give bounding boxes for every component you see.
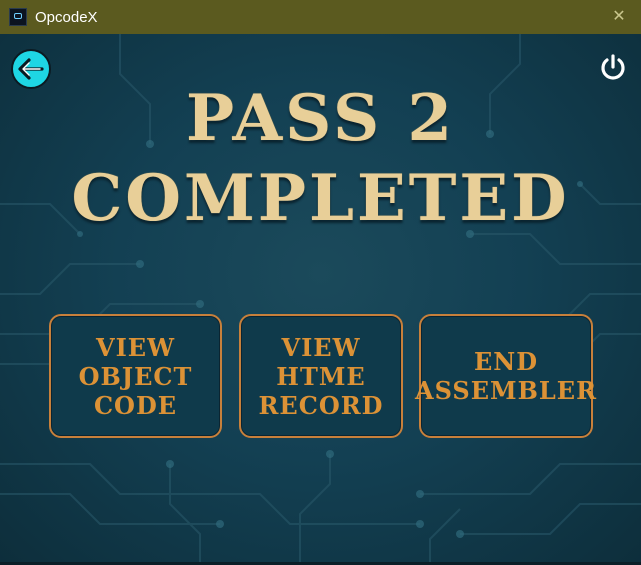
back-button[interactable]	[11, 49, 51, 89]
button-label-line: END	[473, 347, 539, 376]
headline-pass: PASS 2	[186, 81, 455, 156]
button-label-line: ASSEMBLER	[415, 376, 598, 405]
power-button[interactable]	[597, 52, 629, 84]
button-label-line: OBJECT	[78, 361, 193, 391]
app-window: OpcodeX ✕ PASS 2 COMPLETED VIEW OBJECT C…	[0, 0, 641, 565]
view-object-code-button[interactable]: VIEW OBJECT CODE	[49, 314, 222, 438]
button-label-line: VIEW	[281, 332, 361, 362]
button-label-line: VIEW	[95, 332, 176, 362]
app-icon	[9, 8, 27, 26]
end-assembler-button[interactable]: END ASSEMBLER	[415, 314, 596, 438]
headline-completed: COMPLETED	[71, 161, 570, 236]
view-htme-record-button[interactable]: VIEW HTME RECORD	[239, 314, 403, 438]
window-title: OpcodeX	[35, 8, 98, 26]
main-screen: PASS 2 COMPLETED VIEW OBJECT CODE VIEW H…	[0, 34, 641, 565]
button-label-line: HTME	[276, 361, 366, 391]
close-button[interactable]: ✕	[610, 7, 628, 25]
button-label-line: CODE	[93, 390, 178, 420]
arrow-left-icon	[18, 58, 44, 80]
title-bar: OpcodeX ✕	[0, 0, 641, 34]
power-icon	[601, 54, 625, 80]
button-label-line: RECORD	[258, 390, 384, 420]
